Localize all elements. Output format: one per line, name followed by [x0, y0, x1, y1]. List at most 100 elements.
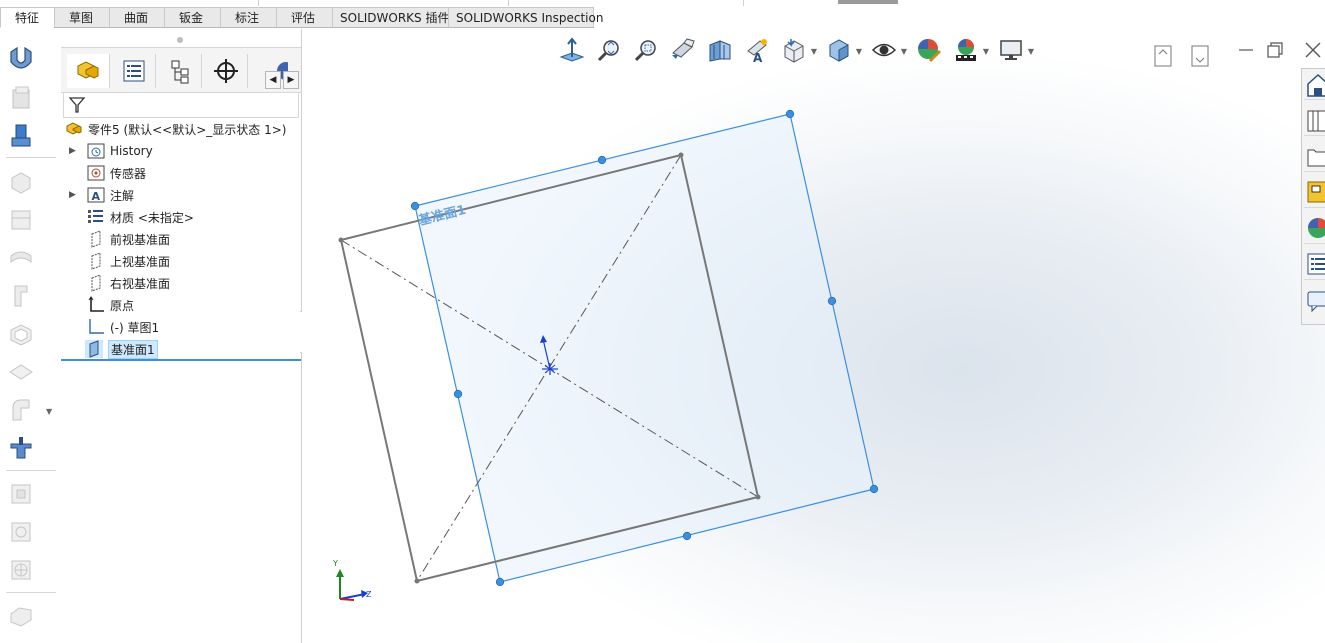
divider — [743, 0, 744, 6]
plane-handle[interactable] — [827, 296, 837, 306]
tab-solidworks-addins[interactable]: SOLIDWORKS 插件 — [332, 7, 449, 28]
wrap-icon[interactable] — [6, 357, 36, 387]
plane-handle[interactable] — [869, 484, 879, 494]
tree-item-history[interactable]: History — [87, 141, 153, 161]
expand-arrow-icon[interactable]: ▶ — [69, 146, 77, 156]
design-library-icon[interactable] — [1304, 105, 1325, 136]
tree-item-label: 前视基准面 — [110, 232, 171, 247]
tab-markup[interactable]: 标注 — [220, 7, 277, 28]
annotation-icon: A — [87, 186, 105, 204]
panel-grip[interactable] — [177, 37, 183, 43]
divider — [6, 157, 56, 158]
tree-filter-box[interactable] — [63, 92, 299, 118]
extruded-boss-icon[interactable] — [6, 43, 36, 73]
sketch-point[interactable] — [678, 152, 684, 158]
draft-icon[interactable] — [6, 281, 36, 311]
appearances-scenes-icon[interactable] — [1304, 213, 1325, 244]
rollback-bar[interactable] — [61, 359, 301, 361]
tab-surfaces[interactable]: 曲面 — [109, 7, 165, 28]
expand-arrow-icon[interactable]: ▶ — [69, 190, 77, 200]
tab-sheet-metal[interactable]: 钣金 — [164, 7, 221, 28]
plane1-face[interactable] — [414, 113, 875, 583]
solidworks-resources-icon[interactable] — [1304, 69, 1325, 100]
rib-icon[interactable] — [6, 243, 36, 273]
tab-sketch[interactable]: 草图 — [54, 7, 110, 28]
view-palette-icon[interactable] — [1304, 177, 1325, 208]
reference-geometry-icon[interactable] — [6, 479, 36, 509]
command-manager-tabs: 特征 草图 曲面 钣金 标注 评估 SOLIDWORKS 插件 SOLIDWOR… — [0, 0, 1325, 29]
tree-item-annotations[interactable]: A 注解 — [87, 185, 134, 205]
propertymanager-tab-icon[interactable] — [113, 54, 156, 88]
tab-row: 特征 草图 曲面 钣金 标注 评估 SOLIDWORKS 插件 SOLIDWOR… — [0, 7, 603, 29]
configurationmanager-tab-icon[interactable] — [159, 54, 202, 88]
extruded-cut-icon[interactable] — [6, 121, 36, 151]
feature-manager-panel: ◀ ▶ 零件5 (默认<<默认>_显示状态 1>) ▶ History 传感器 … — [61, 29, 302, 643]
tree-root-part[interactable]: 零件5 (默认<<默认>_显示状态 1>) — [65, 119, 286, 139]
tree-item-plane1[interactable]: 基准面1 — [85, 339, 158, 359]
origin-icon — [87, 296, 105, 314]
history-icon — [87, 142, 105, 160]
tree-item-sensors[interactable]: 传感器 — [87, 163, 146, 183]
tab-evaluate[interactable]: 评估 — [276, 7, 333, 28]
linear-pattern-icon[interactable] — [6, 205, 36, 235]
sketch-point[interactable] — [755, 494, 761, 500]
plane-handle[interactable] — [495, 577, 505, 587]
tree-item-label: History — [110, 144, 153, 158]
revolve-boss-icon[interactable] — [6, 83, 36, 113]
curves-icon[interactable] — [6, 517, 36, 547]
plane-handle[interactable] — [682, 531, 692, 541]
plane-handle[interactable] — [410, 201, 420, 211]
tree-item-right-plane[interactable]: 右视基准面 — [87, 273, 170, 293]
tree-item-sketch1[interactable]: (-) 草图1 — [87, 317, 159, 337]
tree-item-label: (-) 草图1 — [110, 320, 160, 335]
tab-features[interactable]: 特征 — [0, 7, 55, 28]
triad-z-label: Z — [366, 590, 372, 599]
part-icon — [65, 120, 83, 138]
chevron-down-icon[interactable]: ▼ — [46, 407, 52, 416]
sensor-icon — [87, 164, 105, 182]
fillet-icon[interactable] — [6, 167, 36, 197]
tree-item-label: 材质 <未指定> — [110, 210, 194, 225]
model-geometry: 基准面1 Y Z — [332, 109, 879, 601]
intersect-icon[interactable] — [6, 395, 36, 425]
divider — [6, 592, 56, 593]
chevron-right-icon[interactable]: ▶ — [283, 71, 299, 89]
sketch-icon — [87, 318, 105, 336]
tree-item-label: 原点 — [110, 298, 135, 313]
divider — [6, 470, 56, 471]
featuremanager-tab-icon[interactable] — [67, 54, 110, 88]
plane-icon — [87, 252, 105, 270]
plane-icon — [87, 230, 105, 248]
hole-wizard-icon[interactable] — [6, 433, 36, 463]
dimxpert-tab-icon[interactable] — [205, 54, 248, 88]
tree-item-front-plane[interactable]: 前视基准面 — [87, 229, 170, 249]
file-explorer-icon[interactable] — [1304, 141, 1325, 172]
sketch-point[interactable] — [414, 578, 420, 584]
plane-icon — [87, 274, 105, 292]
chevron-left-icon[interactable]: ◀ — [265, 71, 281, 89]
mold-tools-icon[interactable] — [6, 601, 36, 631]
material-icon — [87, 208, 105, 226]
custom-properties-icon[interactable] — [1304, 249, 1325, 280]
svg-text:A: A — [92, 190, 101, 203]
feature-command-bar: ▼ — [0, 29, 62, 643]
filter-icon[interactable] — [69, 96, 85, 114]
graphics-area[interactable]: A ▼ ▼ ▼ ▼ ▼ 基准面1 Y Z — [302, 29, 1325, 643]
solidworks-forum-icon[interactable] — [1304, 285, 1325, 315]
tree-item-label: 上视基准面 — [110, 254, 171, 269]
tree-item-origin[interactable]: 原点 — [87, 295, 134, 315]
plane-handle[interactable] — [453, 389, 463, 399]
task-pane-tabs — [1301, 68, 1325, 325]
plane-handle[interactable] — [597, 155, 607, 165]
tree-item-material[interactable]: 材质 <未指定> — [87, 207, 194, 227]
divider — [508, 0, 509, 6]
ribbon-scroll-indicator — [838, 0, 898, 4]
tree-item-top-plane[interactable]: 上视基准面 — [87, 251, 170, 271]
tab-solidworks-inspection[interactable]: SOLIDWORKS Inspection — [448, 7, 603, 28]
part-name: 零件5 (默认<<默认>_显示状态 1>) — [88, 122, 287, 137]
shell-icon[interactable] — [6, 319, 36, 349]
reference-triad[interactable]: Y Z — [332, 559, 372, 601]
instant3d-icon[interactable] — [6, 555, 36, 585]
plane-handle[interactable] — [785, 109, 795, 119]
sketch-point[interactable] — [338, 237, 344, 243]
